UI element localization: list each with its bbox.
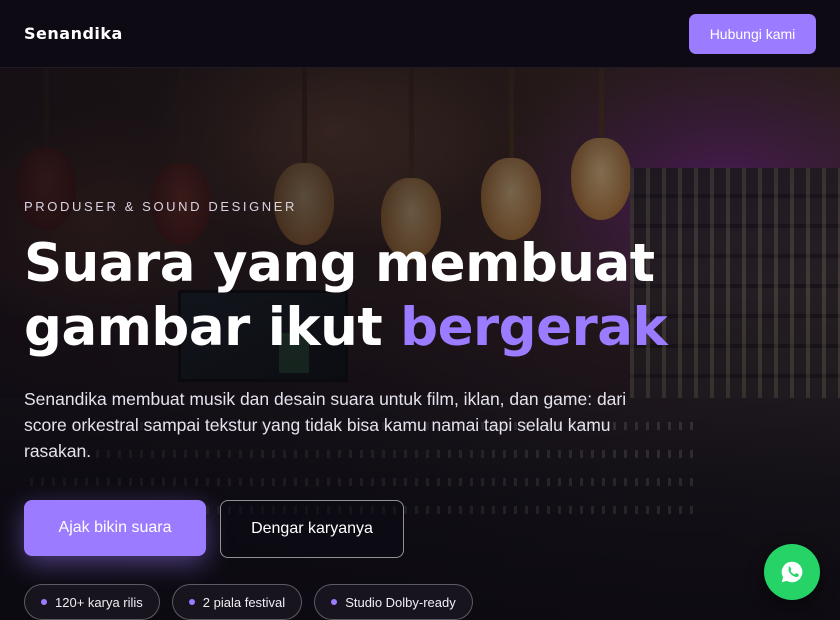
hero-eyebrow: PRODUSER & SOUND DESIGNER (24, 199, 298, 214)
cta-group: Ajak bikin suara Dengar karyanya (24, 500, 404, 558)
headline-line-1: Suara yang membuat (24, 233, 655, 294)
whatsapp-icon (781, 561, 803, 583)
bullet-dot-icon (331, 599, 338, 605)
hero-content: PRODUSER & SOUND DESIGNER Suara yang mem… (24, 68, 814, 620)
stat-pill: 2 piala festival (171, 584, 303, 620)
headline-accent-word: bergerak (400, 297, 668, 358)
stat-pill-label: 2 piala festival (202, 594, 286, 610)
bullet-dot-icon (188, 599, 195, 605)
stat-pill-label: 120+ karya rilis (55, 594, 143, 610)
stat-pill: 120+ karya rilis (24, 584, 160, 620)
whatsapp-chat-button[interactable] (764, 544, 820, 600)
contact-button[interactable]: Hubungi kami (689, 13, 816, 54)
hero-headline: Suara yang membuat gambar ikut bergerak (24, 232, 814, 360)
hero-description: Senandika membuat musik dan desain suara… (24, 389, 627, 461)
listen-works-button[interactable]: Dengar karyanya (220, 500, 404, 558)
site-header: Senandika Hubungi kami (0, 0, 840, 68)
stats-pills: 120+ karya rilis 2 piala festival Studio… (24, 584, 473, 620)
stat-pill-label: Studio Dolby-ready (345, 594, 456, 610)
headline-line-2: gambar ikut (24, 297, 401, 358)
bullet-dot-icon (41, 599, 47, 605)
brand-logo[interactable]: Senandika (24, 24, 123, 43)
stat-pill: Studio Dolby-ready (314, 584, 473, 620)
start-project-button[interactable]: Ajak bikin suara (24, 500, 206, 556)
